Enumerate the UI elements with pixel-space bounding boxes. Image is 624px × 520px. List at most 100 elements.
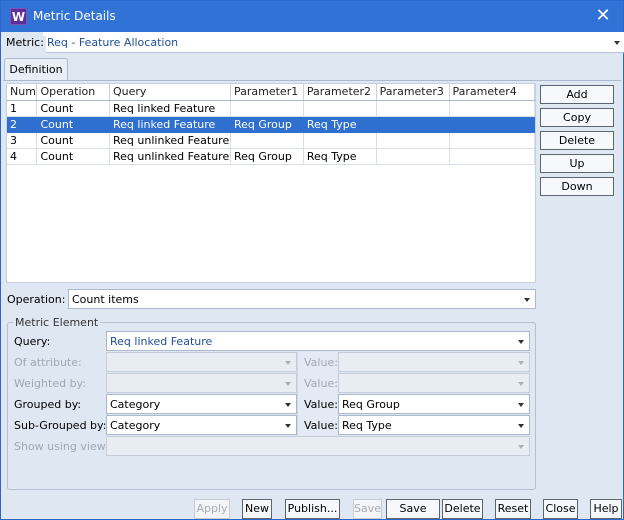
column-header-parameter1[interactable]: Parameter1 xyxy=(230,84,304,101)
operation-label: Operation: xyxy=(7,293,66,306)
chevron-down-icon xyxy=(285,361,291,365)
chevron-down-icon xyxy=(524,298,530,302)
cell-query: Req unlinked Feature xyxy=(109,132,231,149)
cell-query: Req unlinked Feature xyxy=(109,148,231,165)
chevron-down-icon xyxy=(614,41,620,45)
help-button[interactable]: Help xyxy=(590,499,622,519)
chevron-down-icon xyxy=(518,445,524,449)
cell-parameter3 xyxy=(376,100,450,117)
cell-query: Req linked Feature xyxy=(109,100,231,117)
copy-button[interactable]: Copy xyxy=(540,108,614,127)
operations-table: Num Operation Query Parameter1 Parameter… xyxy=(7,84,536,165)
column-header-query[interactable]: Query xyxy=(109,84,231,101)
operations-grid[interactable]: Num Operation Query Parameter1 Parameter… xyxy=(6,83,536,283)
publish-button[interactable]: Publish... xyxy=(285,499,340,519)
sub-grouped-by-label: Sub-Grouped by: xyxy=(14,419,107,432)
window-title: Metric Details xyxy=(33,9,116,23)
sub-grouped-value: Req Type xyxy=(342,419,392,432)
apply-button[interactable]: Apply xyxy=(194,499,230,519)
chevron-down-icon xyxy=(285,424,291,428)
new-button[interactable]: New xyxy=(242,499,272,519)
grouped-by-label: Grouped by: xyxy=(14,398,82,411)
show-using-view-dropdown[interactable] xyxy=(106,436,530,456)
cell-operation: Count xyxy=(36,116,111,133)
sub-grouped-by-dropdown[interactable]: Category xyxy=(106,415,297,435)
table-row[interactable]: 1 Count Req linked Feature xyxy=(7,100,536,117)
query-dropdown[interactable]: Req linked Feature xyxy=(106,331,530,351)
table-row[interactable]: 4 Count Req unlinked Feature Req Group R… xyxy=(7,148,536,165)
query-label: Query: xyxy=(14,335,51,348)
show-using-view-label: Show using view: xyxy=(14,440,109,453)
cell-num: 2 xyxy=(7,116,38,133)
metric-details-dialog: W Metric Details ✕ Metric: Req - Feature… xyxy=(0,0,624,520)
cell-operation: Count xyxy=(36,100,111,117)
metric-element-title: Metric Element xyxy=(13,316,101,329)
operation-dropdown[interactable]: Count items xyxy=(68,289,536,309)
grouped-value: Req Group xyxy=(342,398,400,411)
cell-num: 3 xyxy=(7,132,38,149)
cell-parameter4 xyxy=(449,100,536,117)
chevron-down-icon xyxy=(518,382,524,386)
of-attribute-label: Of attribute: xyxy=(14,356,82,369)
chevron-down-icon xyxy=(518,361,524,365)
column-header-operation[interactable]: Operation xyxy=(36,84,111,101)
cell-parameter2: Req Type xyxy=(303,148,377,165)
operation-value: Count items xyxy=(72,293,139,306)
of-attribute-dropdown[interactable] xyxy=(106,352,297,372)
chevron-down-icon xyxy=(285,403,291,407)
cell-operation: Count xyxy=(36,132,111,149)
close-icon[interactable]: ✕ xyxy=(591,5,615,27)
table-row-selected[interactable]: 2 Count Req linked Feature Req Group Req… xyxy=(7,116,536,133)
cell-parameter1: Req Group xyxy=(230,116,304,133)
of-attribute-value-label: Value: xyxy=(304,356,338,369)
weighted-by-dropdown[interactable] xyxy=(106,373,297,393)
metric-value: Req - Feature Allocation xyxy=(47,36,179,49)
tab-definition[interactable]: Definition xyxy=(4,58,68,81)
cell-num: 4 xyxy=(7,148,38,165)
up-button[interactable]: Up xyxy=(540,154,614,173)
column-header-num[interactable]: Num xyxy=(7,84,38,101)
title-bar: W Metric Details ✕ xyxy=(1,1,623,32)
delete-row-button[interactable]: Delete xyxy=(540,131,614,150)
cell-parameter3 xyxy=(376,148,450,165)
cell-operation: Count xyxy=(36,148,111,165)
cell-parameter3 xyxy=(376,132,450,149)
chevron-down-icon xyxy=(518,403,524,407)
save-button[interactable]: Save xyxy=(353,499,382,519)
save-as-button[interactable]: Save As... xyxy=(386,499,440,519)
cell-parameter1 xyxy=(230,100,304,117)
cell-parameter4 xyxy=(449,148,536,165)
reset-button[interactable]: Reset xyxy=(495,499,531,519)
weighted-value-dropdown[interactable] xyxy=(338,373,530,393)
cell-query: Req linked Feature xyxy=(109,116,231,133)
cell-parameter1 xyxy=(230,132,304,149)
cell-parameter4 xyxy=(449,132,536,149)
grouped-value-label: Value: xyxy=(304,398,338,411)
of-attribute-value-dropdown[interactable] xyxy=(338,352,530,372)
down-button[interactable]: Down xyxy=(540,177,614,196)
cell-parameter2 xyxy=(303,132,377,149)
table-header: Num Operation Query Parameter1 Parameter… xyxy=(7,84,536,101)
column-header-parameter3[interactable]: Parameter3 xyxy=(376,84,450,101)
column-header-parameter4[interactable]: Parameter4 xyxy=(449,84,536,101)
app-icon: W xyxy=(10,8,27,25)
column-header-parameter2[interactable]: Parameter2 xyxy=(303,84,377,101)
grouped-by-value: Category xyxy=(110,398,161,411)
grouped-value-dropdown[interactable]: Req Group xyxy=(338,394,530,414)
weighted-value-label: Value: xyxy=(304,377,338,390)
chevron-down-icon xyxy=(285,382,291,386)
table-row[interactable]: 3 Count Req unlinked Feature xyxy=(7,132,536,149)
close-button[interactable]: Close xyxy=(543,499,578,519)
cell-num: 1 xyxy=(7,100,38,117)
sub-grouped-value-dropdown[interactable]: Req Type xyxy=(338,415,530,435)
chevron-down-icon xyxy=(518,340,524,344)
cell-parameter1: Req Group xyxy=(230,148,304,165)
metric-label: Metric: xyxy=(4,36,46,56)
grouped-by-dropdown[interactable]: Category xyxy=(106,394,297,414)
delete-button[interactable]: Delete xyxy=(442,499,483,519)
cell-parameter4 xyxy=(449,116,536,133)
cell-parameter2 xyxy=(303,100,377,117)
metric-selector[interactable]: Metric: Req - Feature Allocation xyxy=(2,32,624,56)
cell-parameter3 xyxy=(376,116,450,133)
add-button[interactable]: Add xyxy=(540,85,614,104)
